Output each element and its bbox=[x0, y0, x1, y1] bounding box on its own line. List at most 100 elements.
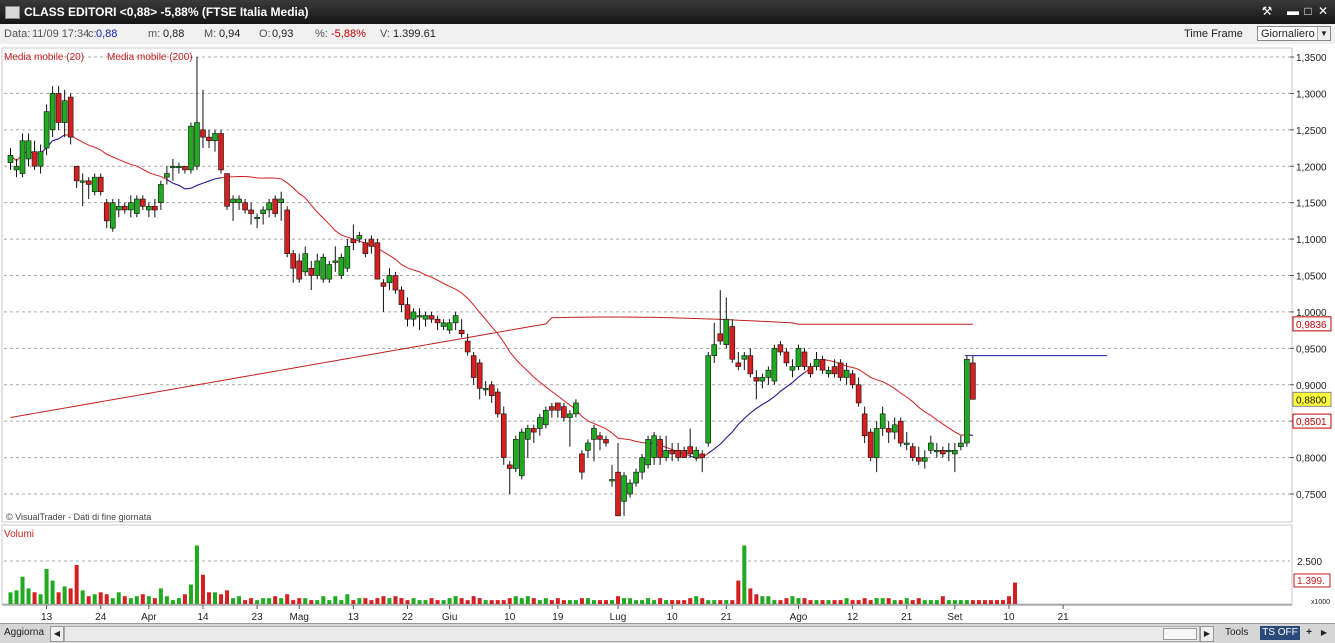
candle-body bbox=[38, 152, 43, 167]
candle-body bbox=[664, 450, 669, 457]
volume-bar bbox=[821, 600, 825, 604]
candle-body bbox=[146, 206, 151, 210]
add-button[interactable]: + bbox=[1303, 626, 1315, 640]
volume-bar bbox=[863, 598, 867, 604]
candle-body bbox=[868, 432, 873, 457]
ts-off-button[interactable]: TS OFF bbox=[1260, 626, 1300, 640]
volume-bar bbox=[917, 598, 921, 604]
settings-icon[interactable]: ⚒ bbox=[1259, 3, 1275, 19]
volume-bar bbox=[742, 546, 746, 605]
volume-bar bbox=[303, 598, 307, 604]
candle-body bbox=[20, 141, 25, 174]
volume-bar bbox=[51, 581, 55, 604]
candle-body bbox=[74, 166, 79, 181]
volume-bar bbox=[947, 600, 951, 604]
volume-bar bbox=[466, 600, 470, 604]
legend-ma20: Media mobile (20) bbox=[4, 52, 84, 63]
candle-body bbox=[465, 341, 470, 352]
candle-body bbox=[32, 152, 37, 167]
candle-body bbox=[249, 210, 254, 214]
bottom-bar: Aggiorna ◀ ▶ Tools TS OFF + ▶ bbox=[0, 623, 1335, 643]
candle-body bbox=[826, 370, 831, 374]
candle-body bbox=[585, 443, 590, 450]
volume-bar bbox=[123, 596, 127, 604]
volume-bar bbox=[1001, 600, 1005, 604]
app-icon bbox=[5, 6, 20, 19]
maximize-icon[interactable]: □ bbox=[1300, 3, 1316, 19]
candle-body bbox=[206, 137, 211, 141]
candle-body bbox=[808, 367, 813, 374]
x-tick-label: Giu bbox=[442, 612, 458, 623]
volume-bar bbox=[790, 596, 794, 604]
candle bbox=[519, 428, 524, 479]
minimize-icon[interactable]: ▬ bbox=[1285, 3, 1301, 19]
candle-body bbox=[778, 345, 783, 352]
open-label: O: bbox=[259, 28, 271, 40]
x-tick-label: Apr bbox=[141, 612, 157, 623]
scroll-right-icon[interactable]: ▶ bbox=[1200, 626, 1214, 642]
candle-body bbox=[381, 283, 386, 287]
candle-body bbox=[754, 377, 759, 381]
volume-bar bbox=[454, 596, 458, 604]
volume-bar bbox=[893, 600, 897, 604]
volume-bar bbox=[887, 598, 891, 604]
candle-body bbox=[555, 403, 560, 410]
scrollbar-thumb[interactable] bbox=[1163, 628, 1197, 640]
volume-bar bbox=[634, 600, 638, 604]
volume-bar bbox=[81, 590, 85, 604]
volume-bar bbox=[135, 596, 139, 604]
scroll-left-icon[interactable]: ◀ bbox=[50, 626, 64, 642]
price-chart[interactable]: 1,35001,30001,25001,20001,15001,10001,05… bbox=[0, 44, 1335, 623]
candle-body bbox=[393, 276, 398, 291]
x-tick-label: Set bbox=[947, 612, 962, 623]
candle-body bbox=[273, 199, 278, 214]
candle-body bbox=[92, 177, 97, 192]
tools-button[interactable]: Tools bbox=[1225, 626, 1253, 640]
candle-body bbox=[297, 261, 302, 279]
candle-body bbox=[597, 436, 602, 440]
volume-bar bbox=[808, 600, 812, 604]
candle-body bbox=[267, 203, 272, 210]
volume-bar bbox=[688, 598, 692, 604]
refresh-button[interactable]: Aggiorna bbox=[4, 626, 48, 640]
pct-label: %: bbox=[315, 28, 328, 40]
timeframe-value: Giornaliero bbox=[1261, 28, 1315, 40]
candle-body bbox=[640, 458, 645, 473]
volume-bar bbox=[977, 600, 981, 604]
volume-bar bbox=[935, 600, 939, 604]
volume-bar bbox=[315, 600, 319, 604]
candle-body bbox=[682, 450, 687, 457]
candle-body bbox=[760, 377, 765, 381]
candle-body bbox=[742, 356, 747, 360]
volume-bar bbox=[153, 598, 157, 604]
volume-bar bbox=[321, 596, 325, 604]
close-icon[interactable]: ✕ bbox=[1315, 3, 1331, 19]
volume-bar bbox=[766, 596, 770, 604]
timeframe-select[interactable]: Giornaliero ▼ bbox=[1257, 26, 1331, 41]
volume-bar bbox=[550, 600, 554, 604]
candle-body bbox=[886, 428, 891, 432]
volume-bar bbox=[622, 598, 626, 604]
y-tick-label: 1,3500 bbox=[1296, 53, 1327, 64]
candle-body bbox=[802, 352, 807, 367]
volume-bar bbox=[815, 600, 819, 604]
volume-bar bbox=[285, 594, 289, 604]
volume-bar bbox=[21, 577, 25, 604]
scroll-end-icon[interactable]: ▶ bbox=[1318, 626, 1330, 640]
volume-bar bbox=[845, 598, 849, 604]
volume-bar bbox=[87, 596, 91, 604]
volume-label: V: bbox=[380, 28, 390, 40]
volume-bar bbox=[508, 598, 512, 604]
volume-bar bbox=[562, 600, 566, 604]
open-value: 0,93 bbox=[272, 28, 293, 40]
candle bbox=[646, 436, 651, 469]
volume-bar bbox=[442, 600, 446, 604]
candle-body bbox=[501, 414, 506, 458]
horizontal-scrollbar[interactable] bbox=[64, 626, 1200, 642]
candle-body bbox=[435, 319, 440, 323]
volume-bar bbox=[159, 588, 163, 604]
candle-body bbox=[561, 407, 566, 418]
volume-bar bbox=[69, 588, 73, 604]
volume-bar bbox=[460, 598, 464, 604]
candle-body bbox=[459, 330, 464, 334]
